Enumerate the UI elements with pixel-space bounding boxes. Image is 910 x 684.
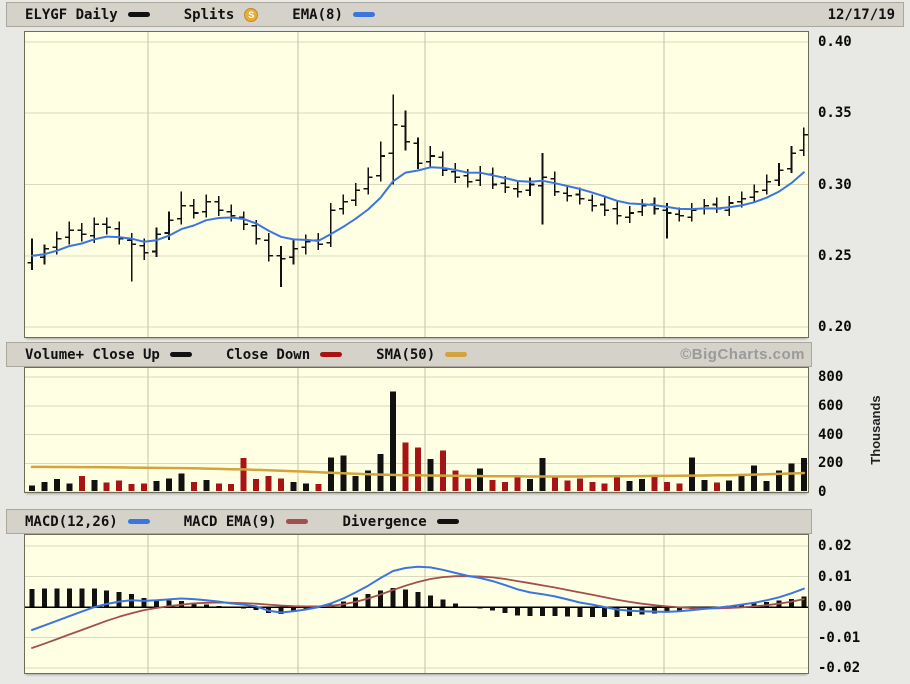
divergence-label: Divergence	[342, 513, 427, 530]
price-series-swatch-icon	[127, 12, 150, 17]
splits-icon: S	[244, 7, 259, 22]
volume-down-legend: Close Down	[225, 346, 343, 363]
bigcharts-watermark: ©BigCharts.com	[680, 346, 805, 363]
axis-tick-label: 400	[818, 426, 844, 443]
splits-label: Splits	[183, 6, 235, 23]
volume-down-swatch-icon	[320, 352, 343, 357]
macd-axis: 0.02 0.01 0.00 -0.01 -0.02	[818, 535, 888, 676]
ohlc-bars	[27, 94, 808, 288]
price-chart-svg	[25, 32, 808, 337]
divergence-swatch-icon	[436, 519, 459, 524]
ema-legend: EMA(8)	[292, 7, 375, 23]
axis-tick-label: -0.01	[818, 629, 861, 646]
divergence-bars	[29, 588, 807, 618]
chart-date: 12/17/19	[827, 6, 895, 23]
macd-label: MACD(12,26)	[25, 513, 118, 530]
macd-legend-strip: MACD(12,26) MACD EMA(9) Divergence	[6, 509, 812, 534]
volume-axis-unit-label: Thousands	[868, 395, 883, 465]
axis-tick-label: -0.02	[818, 660, 861, 677]
macd-chart-svg	[25, 535, 808, 673]
axis-tick-label: 0.25	[818, 247, 852, 264]
symbol-legend: ELYGF Daily	[25, 7, 150, 23]
volume-panel	[24, 367, 809, 493]
splits-legend: Splits S	[184, 7, 259, 23]
sma-swatch-icon	[445, 352, 468, 357]
macd-swatch-icon	[127, 519, 150, 524]
volume-up-legend: Volume+ Close Up	[25, 347, 192, 363]
gridlines	[25, 32, 808, 337]
ema-label: EMA(8)	[292, 6, 343, 23]
axis-tick-label: 0.01	[818, 568, 852, 585]
macd-panel	[24, 534, 809, 674]
macd-ema-label: MACD EMA(9)	[183, 513, 277, 530]
price-panel	[24, 31, 809, 338]
sma-legend: SMA(50)	[376, 346, 468, 363]
volume-legend-strip: Volume+ Close Up Close Down SMA(50) ©Big…	[6, 342, 812, 367]
macd-line-legend: MACD(12,26)	[25, 514, 150, 530]
axis-tick-label: 0.35	[818, 105, 852, 122]
volume-up-swatch-icon	[169, 352, 192, 357]
axis-tick-label: 0.30	[818, 176, 852, 193]
sma-label: SMA(50)	[376, 346, 436, 363]
header-strip: ELYGF Daily Splits S EMA(8) 12/17/19	[6, 2, 904, 27]
symbol-label: ELYGF Daily	[25, 6, 118, 23]
axis-tick-label: 0.00	[818, 599, 852, 616]
bigcharts-chart: ELYGF Daily Splits S EMA(8) 12/17/19 0.4…	[0, 0, 910, 684]
volume-down-label: Close Down	[225, 346, 311, 363]
ema-swatch-icon	[352, 12, 375, 17]
axis-tick-label: 0.40	[818, 33, 852, 50]
axis-tick-label: 800	[818, 369, 844, 386]
volume-chart-svg	[25, 368, 808, 492]
axis-tick-label: 0.20	[818, 319, 852, 336]
macd-ema-swatch-icon	[286, 519, 309, 524]
axis-tick-label: 600	[818, 397, 844, 414]
price-axis: 0.40 0.35 0.30 0.25 0.20	[818, 32, 888, 337]
axis-tick-label: 0.02	[818, 537, 852, 554]
divergence-legend: Divergence	[342, 513, 459, 530]
axis-tick-label: 0	[818, 484, 827, 500]
axis-tick-label: 200	[818, 455, 844, 472]
macd-ema-legend: MACD EMA(9)	[184, 514, 309, 530]
volume-up-label: Volume+ Close Up	[25, 346, 160, 363]
